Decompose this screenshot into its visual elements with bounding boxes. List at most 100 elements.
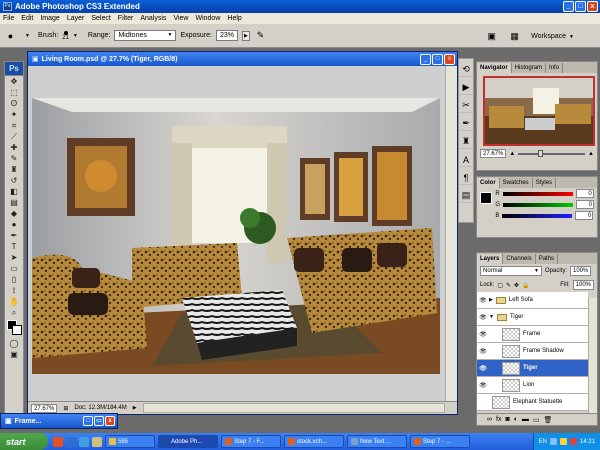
tab-color[interactable]: Color [477,178,500,188]
brush-picker[interactable]: 21 [62,29,69,42]
start-button[interactable]: start [0,433,48,450]
taskbar-item-step7[interactable]: Step 7 - F... [221,435,281,448]
type-tool-icon[interactable]: T [5,241,23,252]
new-layer-icon[interactable]: ▭ [533,416,540,424]
document-horizontal-scrollbar[interactable] [142,403,445,413]
layer-frame-shadow[interactable]: 👁 Frame Shadow [477,343,588,360]
exposure-slider-button[interactable]: ▶ [241,30,250,41]
navigator-thumbnail[interactable] [483,76,595,146]
blue-slider[interactable] [502,213,573,218]
mail-icon[interactable] [569,438,577,445]
layer-group-tiger[interactable]: 👁 ▼ Tiger [477,309,588,326]
menu-image[interactable]: Image [40,15,59,22]
document-vertical-scrollbar[interactable] [445,66,457,402]
navigator-zoom-slider[interactable] [518,149,586,157]
brush-tool-icon[interactable]: ✎ [5,153,23,164]
menu-analysis[interactable]: Analysis [140,15,166,22]
menu-file[interactable]: File [3,15,14,22]
adjustment-icon[interactable]: ◐ [514,416,518,423]
fx-icon[interactable]: fx [496,416,501,423]
notes-tool-icon[interactable]: ▯ [5,274,23,285]
menu-filter[interactable]: Filter [118,15,134,22]
visibility-eye-icon[interactable]: 👁 [477,365,489,372]
mask-icon[interactable]: ◙ [505,416,509,423]
taskbar-item-new-text[interactable]: New Text ... [347,435,407,448]
menu-layer[interactable]: Layer [67,15,85,22]
gradient-tool-icon[interactable]: ▤ [5,197,23,208]
tool-preset-dropdown-icon[interactable]: ▼ [21,29,34,42]
layer-lion[interactable]: 👁 Lion [477,377,588,394]
hand-tool-icon[interactable]: ✋ [5,296,23,307]
doc-close-button[interactable]: x [444,53,455,65]
dodge-tool-icon[interactable]: ● [5,219,23,230]
tab-paths[interactable]: Paths [535,254,559,264]
tab-styles[interactable]: Styles [532,178,557,188]
visibility-eye-icon[interactable]: 👁 [477,331,489,338]
minimize-button[interactable]: _ [563,1,574,12]
shape-tool-icon[interactable]: ▭ [5,263,23,274]
workspace-menu[interactable]: Workspace ▼ [531,33,574,40]
brush-dropdown-icon[interactable]: ▼ [73,33,78,39]
layer-frame[interactable]: 👁 Frame [477,326,588,343]
language-indicator[interactable]: EN [539,439,547,445]
pen-tool-icon[interactable]: ✒ [5,230,23,241]
messenger-icon[interactable] [79,436,89,447]
ps-logo[interactable]: Ps [5,62,23,76]
eyedropper-tool-icon[interactable]: ⟟ [5,285,23,296]
lock-position-icon[interactable]: ✥ [514,282,519,289]
desktop-icon[interactable] [92,436,102,447]
zoom-out-icon[interactable]: ▲ [509,151,515,157]
background-color-swatch[interactable] [12,325,22,335]
move-tool-icon[interactable]: ✥ [5,76,23,87]
minimized-document-window[interactable]: ▣ Frame... □ ▭ x [0,413,118,429]
doc-maximize-button[interactable]: □ [432,53,443,65]
layer-group-left-sofa[interactable]: 👁 ▶ Left Sofa [477,292,588,309]
character-panel-icon[interactable]: A [459,153,473,167]
airbrush-icon[interactable]: ✎ [254,29,267,42]
tab-info[interactable]: Info [546,63,564,73]
zoom-tool-icon[interactable]: ⌕ [5,307,23,318]
bridge-icon[interactable]: ▦ [508,30,521,43]
visibility-eye-icon[interactable]: 👁 [477,314,489,321]
paragraph-panel-icon[interactable]: ¶ [459,171,473,185]
lock-pixels-icon[interactable]: ✎ [506,282,511,289]
taskbar-item-photoshop[interactable]: Adobe Ph... [158,435,218,448]
taskbar-item-585[interactable]: 585 [105,435,155,448]
volume-icon[interactable] [559,438,567,445]
opacity-input[interactable]: 100% [570,266,592,276]
range-select[interactable]: Midtones ▼ [114,30,177,41]
maximize-button[interactable]: ▭ [94,416,104,426]
color-foreground-swatch[interactable] [480,192,492,204]
navigator-zoom-field[interactable]: 27.67% [480,149,507,158]
maximize-button[interactable]: □ [575,1,586,12]
restore-button[interactable]: □ [83,416,93,426]
menu-view[interactable]: View [173,15,188,22]
tab-layers[interactable]: Layers [477,254,504,264]
visibility-eye-icon[interactable]: 👁 [477,348,489,355]
fill-input[interactable]: 100% [572,280,594,290]
magic-wand-tool-icon[interactable]: ✦ [5,109,23,120]
status-menu-icon[interactable]: ▶ [133,405,137,411]
firefox-icon[interactable] [53,436,63,447]
taskbar-item-stock[interactable]: stock.xch... [284,435,344,448]
lasso-tool-icon[interactable]: ʘ [5,98,23,109]
crop-tool-icon[interactable]: ⌗ [5,120,23,131]
taskbar-item-step7-b[interactable]: Step 7 - ... [410,435,470,448]
red-value[interactable]: 0 [575,189,594,198]
tab-histogram[interactable]: Histogram [511,63,547,73]
actions-panel-icon[interactable]: ▶ [459,81,473,95]
menu-select[interactable]: Select [91,15,110,22]
layers-scrollbar[interactable] [588,298,597,413]
zoom-in-icon[interactable]: ▲ [588,151,594,157]
menu-edit[interactable]: Edit [21,15,33,22]
tool-presets-icon[interactable]: ✂ [459,99,473,113]
clone-source-icon[interactable]: ♜ [459,135,473,149]
screen-mode-icon[interactable]: ▣ [5,349,23,360]
blur-tool-icon[interactable]: ◆ [5,208,23,219]
blend-mode-select[interactable]: Normal ▼ [480,266,542,276]
visibility-eye-icon[interactable]: 👁 [477,382,489,389]
visibility-eye-icon[interactable]: 👁 [477,399,489,406]
canvas-area[interactable] [28,66,457,402]
lock-transparency-icon[interactable]: ▢ [497,282,503,289]
tab-navigator[interactable]: Navigator [477,63,512,73]
